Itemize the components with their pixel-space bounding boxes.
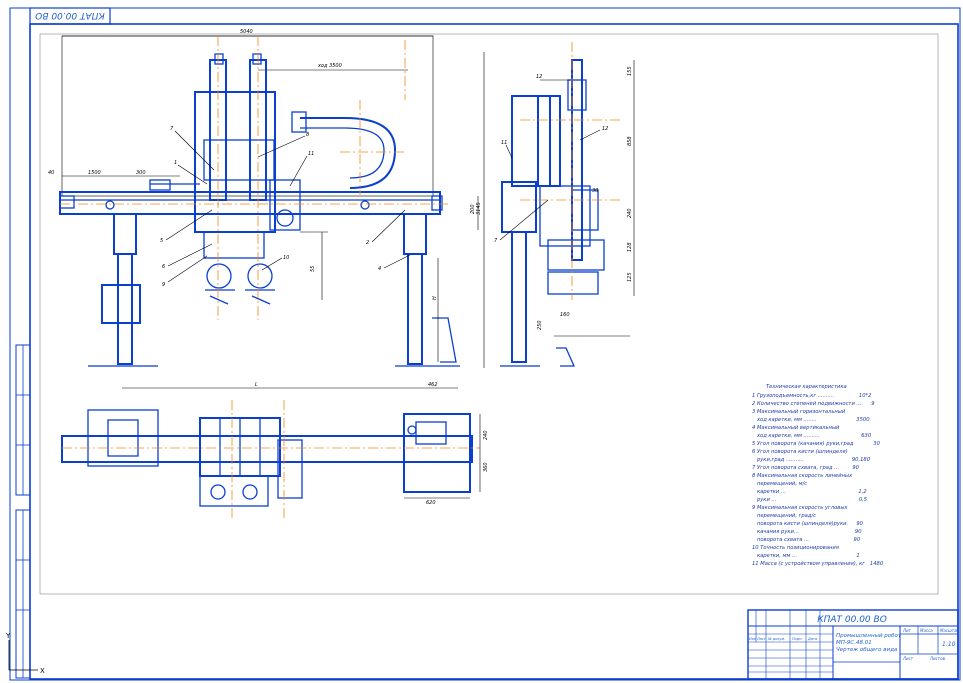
dim-H: H [432, 296, 438, 300]
spec-line: перемещений, град/с [752, 513, 816, 519]
spec-line: каретки, мм ... 1 [752, 553, 860, 559]
callout-8: 8 [306, 132, 309, 138]
svg-text:Y: Y [5, 632, 11, 640]
front-view: 5040 ход 3500 40 1500 300 55 L 462 200 H… [48, 29, 479, 389]
callout-11b: 11 [501, 140, 507, 146]
title-code: КПАТ 00.00 ВО [817, 615, 887, 625]
spec-line: 10 Точность позиционирования [752, 545, 839, 551]
scale-value: 1:10 [942, 641, 956, 648]
dim-128: 128 [627, 242, 633, 252]
side-view: 3145 155 858 240 128 125 30 160 250 12 1… [476, 42, 635, 368]
dim-40: 40 [48, 170, 54, 176]
callout-2: 2 [366, 240, 369, 246]
callout-5: 5 [160, 238, 163, 244]
spec-line: 4 Максимальный вертикальный [752, 425, 840, 431]
spec-line: 5 Угол поворота (качания) руки,град 30 [752, 441, 881, 447]
spec-line: 9 Максимальная скорость угловых [752, 505, 848, 511]
stamp-col-date: Дата [807, 637, 817, 641]
spec-line: 8 Максимальная скорость линейных [752, 473, 853, 479]
dim-620: 620 [426, 500, 436, 506]
dim-360: 360 [483, 462, 489, 472]
stamp-col-sign: Подп. [792, 637, 803, 641]
spec-line: 6 Угол поворота кисти (шпинделя) [752, 449, 848, 455]
callout-12b: 12 [602, 126, 608, 132]
specs-heading: Техническая характеристика [766, 384, 847, 390]
dim-240-plan: 240 [483, 430, 489, 440]
callout-6: 6 [162, 264, 165, 270]
stamp-sheets: Листов [929, 656, 946, 661]
dim-1500: 1500 [88, 170, 101, 176]
callout-12: 12 [536, 74, 542, 80]
spec-line: каретки ... 1,2 [752, 489, 867, 495]
title-block: КПАТ 00.00 ВО Лит Масса Масштаб 1:10 Про… [747, 609, 960, 680]
tech-specs: Техническая характеристика 1 Грузоподъем… [752, 384, 884, 567]
callout-4: 4 [378, 266, 381, 272]
dim-858: 858 [627, 136, 633, 146]
spec-line: ход каретки, мм .......... 630 [752, 433, 872, 439]
spec-line: 3 Максимальный горизонтальный [752, 409, 846, 415]
left-margin-strip [15, 344, 31, 679]
stamp-scale: Масштаб [940, 628, 960, 633]
spec-line: 7 Угол поворота схвата, град ... 90 [752, 465, 860, 471]
title-line-1: Промышленный робот [836, 633, 902, 639]
svg-text:X: X [40, 667, 45, 675]
callout-9: 9 [162, 282, 165, 288]
dim-300: 300 [136, 170, 146, 176]
dim-240-side: 240 [627, 208, 633, 218]
spec-line: поворота схвата ... 90 [752, 537, 861, 543]
dim-30: 30 [592, 188, 598, 194]
callout-7b: 7 [494, 238, 498, 244]
callout-11: 11 [308, 151, 314, 157]
dim-stroke-3500: ход 3500 [317, 63, 342, 69]
dim-5040: 5040 [240, 29, 253, 35]
dim-155: 155 [627, 66, 633, 76]
dim-125: 125 [627, 272, 633, 282]
dim-160: 160 [560, 312, 570, 318]
stamp-col-list: Лист [756, 637, 767, 641]
rotated-code-text: КПАТ 00.00 ВО [35, 10, 105, 20]
dim-462: 462 [428, 382, 438, 388]
dim-55: 55 [310, 266, 316, 272]
sheet-outer-border [9, 7, 961, 681]
title-line-2: МП-9С.48.01 [836, 640, 872, 646]
drawing-sheet: КПАТ 00.00 ВО Y X 5040 ход 3500 40 1500 … [5, 7, 961, 681]
stamp-col-doc: № докум. [767, 637, 785, 641]
callout-1: 1 [174, 160, 177, 166]
spec-line: 1 Грузоподъемность,кг .......... 10*2 [752, 393, 871, 399]
ucs-axis-icon: Y X [5, 632, 45, 675]
spec-line: качания руки... 90 [752, 529, 862, 535]
dim-3145: 3145 [476, 202, 482, 215]
dim-250: 250 [537, 320, 543, 330]
callout-7: 7 [170, 126, 174, 132]
spec-line: 2 Количество степеней подвижности .... 9 [752, 401, 875, 407]
callout-group-front: 7 1 5 6 9 8 11 10 2 4 [160, 126, 411, 288]
dim-L: L [255, 382, 258, 388]
specs-lines: 1 Грузоподъемность,кг .......... 10*2 2 К… [752, 393, 884, 567]
stamp-mass: Масса [920, 628, 933, 633]
stamp-sheet: Лист [902, 656, 914, 661]
callout-10: 10 [283, 255, 289, 261]
spec-line: руки ... 0,5 [752, 497, 868, 503]
stamp-col-izm: Изм [749, 637, 756, 641]
spec-line: руки,град ........... 90,180 [752, 457, 871, 463]
sheet-inner-border [29, 23, 959, 680]
stamp-lit: Лит [902, 628, 912, 633]
spec-line: поворота кисти (шпинделя)руки. 90 [752, 521, 864, 527]
title-line-3: Чертеж общего вида [836, 647, 898, 653]
spec-line: ход каретки, мм ........ 3500 [752, 417, 870, 423]
rotated-code-box: КПАТ 00.00 ВО [29, 7, 111, 25]
plan-view: 240 360 620 [61, 400, 489, 520]
spec-line: перемещений, м/с [752, 481, 807, 487]
spec-line: 11 Масса (с устройством управления), кг … [752, 561, 884, 567]
